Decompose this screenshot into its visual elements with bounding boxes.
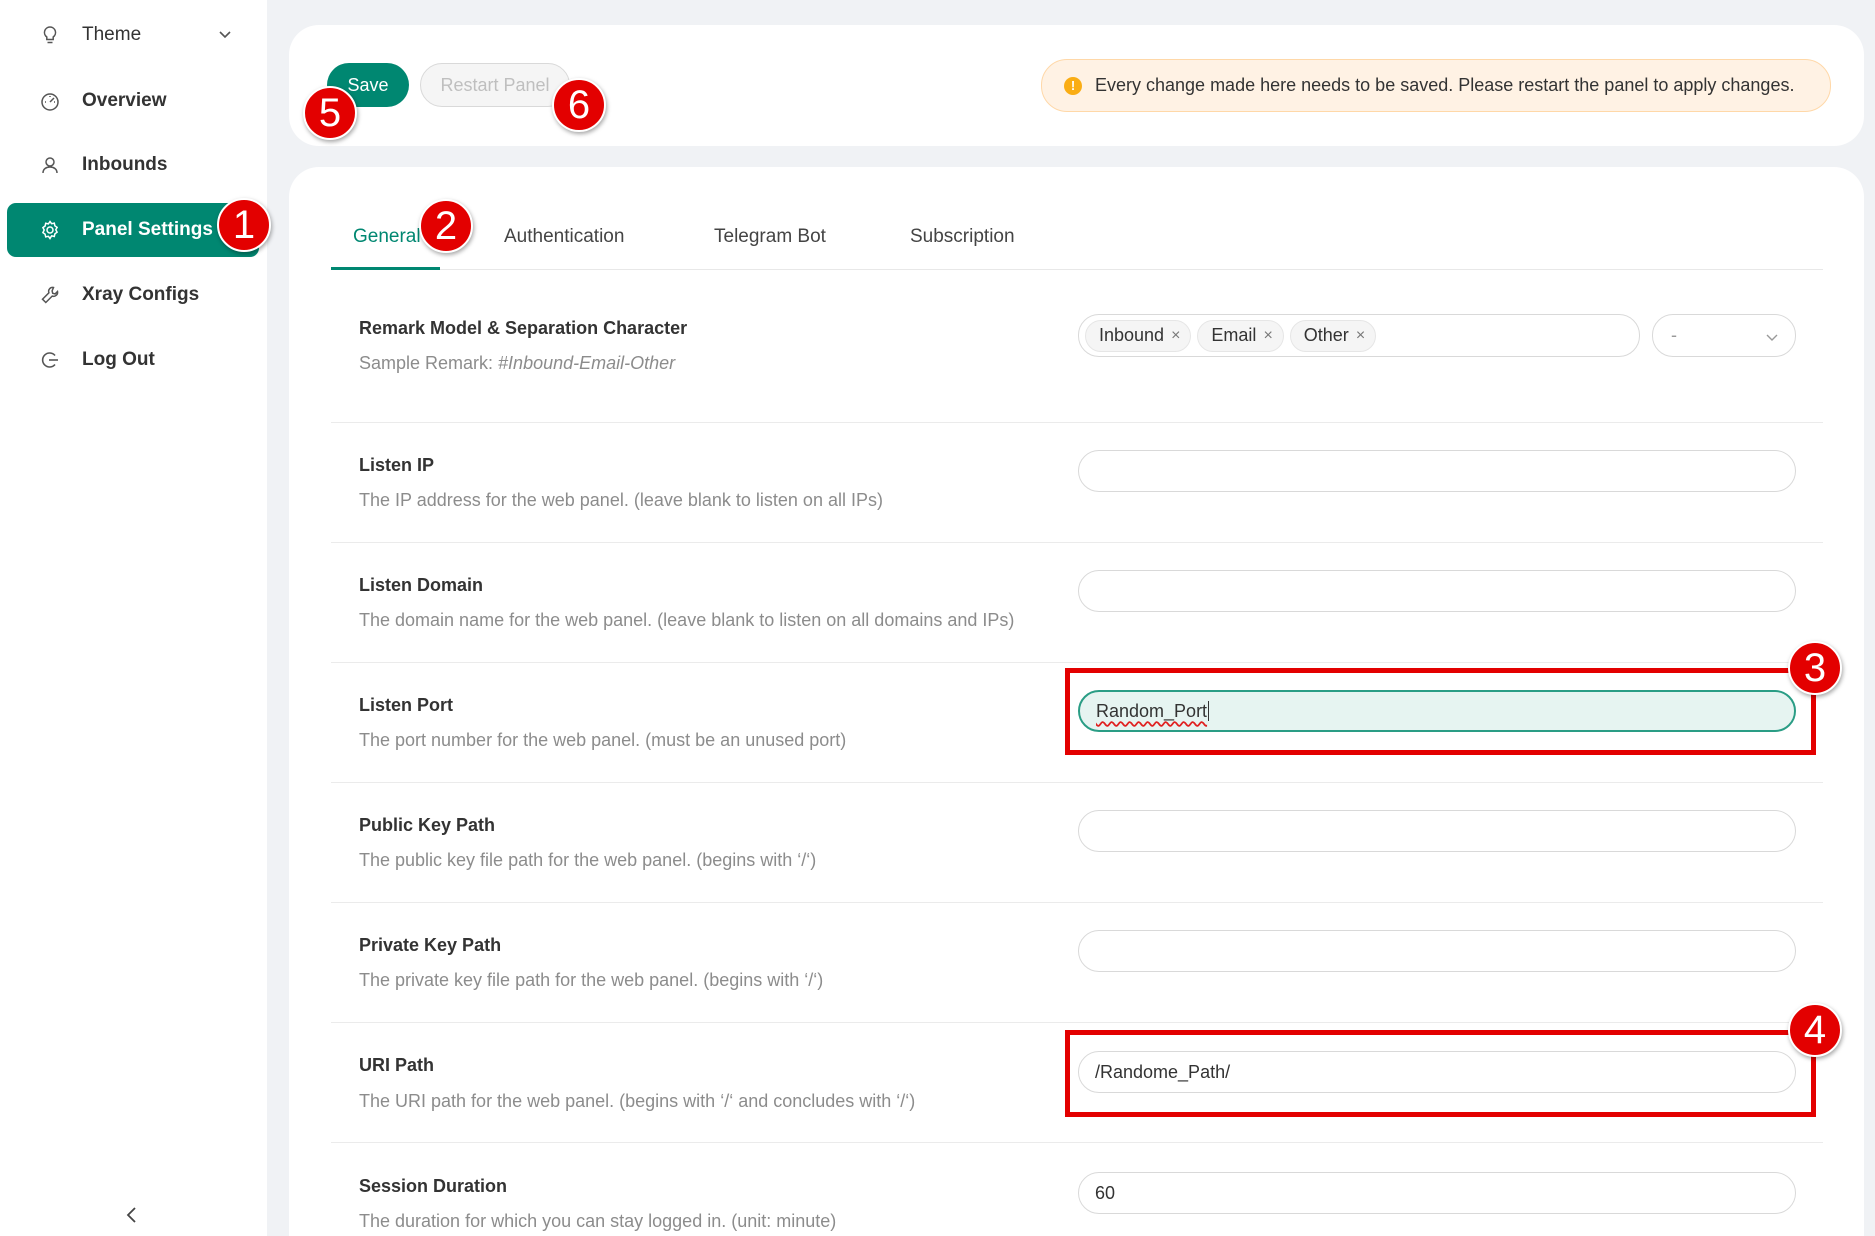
annotation-badge-6: 6 [552, 78, 606, 132]
listen-port-title: Listen Port [359, 695, 454, 715]
chevron-down-icon [1766, 334, 1778, 341]
tab-general[interactable]: General [353, 226, 421, 248]
divider [331, 422, 1823, 423]
divider [331, 542, 1823, 543]
remark-desc: Sample Remark: #Inbound-Email-Other [359, 353, 676, 373]
listen-port-desc: The port number for the web panel. (must… [359, 730, 847, 750]
tag-email: Email × [1197, 319, 1284, 352]
listen-domain-title: Listen Domain [359, 575, 484, 595]
chevron-down-icon[interactable] [217, 26, 233, 42]
sidebar-item-label: Inbounds [82, 154, 168, 175]
tab-telegram-bot[interactable]: Telegram Bot [714, 226, 826, 248]
close-icon[interactable]: × [1356, 327, 1365, 345]
restart-panel-button[interactable]: Restart Panel [420, 63, 570, 107]
uri-path-desc: The URI path for the web panel. (begins … [359, 1091, 916, 1111]
sidebar-item-label: Theme [82, 24, 142, 45]
private-key-desc: The private key file path for the web pa… [359, 970, 824, 990]
private-key-title: Private Key Path [359, 935, 502, 955]
uri-path-title: URI Path [359, 1055, 435, 1075]
annotation-badge-1: 1 [217, 198, 271, 252]
warning-icon: ! [1064, 76, 1082, 95]
sidebar-item-xray-configs[interactable]: Xray Configs [7, 268, 259, 322]
highlight-uri-path [1065, 1030, 1816, 1117]
dashboard-icon [39, 90, 61, 112]
tag-other: Other × [1289, 319, 1377, 352]
gear-icon [39, 219, 61, 241]
divider [331, 1022, 1823, 1023]
annotation-badge-4: 4 [1788, 1003, 1842, 1057]
tag-inbound: Inbound × [1085, 319, 1192, 352]
listen-ip-title: Listen IP [359, 455, 435, 475]
sidebar: Theme Overview Inbounds Panel Settings X… [0, 0, 267, 1236]
bulb-icon [39, 24, 61, 46]
close-icon[interactable]: × [1171, 327, 1180, 345]
save-restart-alert: ! Every change made here needs to be sav… [1041, 59, 1831, 112]
sidebar-item-log-out[interactable]: Log Out [7, 333, 259, 387]
annotation-badge-5: 5 [303, 86, 357, 140]
listen-domain-desc: The domain name for the web panel. (leav… [359, 610, 1015, 630]
remark-sample: #Inbound-Email-Other [498, 353, 676, 373]
sidebar-item-label: Overview [82, 90, 167, 111]
divider [331, 782, 1823, 783]
annotation-badge-2: 2 [419, 199, 473, 253]
tab-authentication[interactable]: Authentication [504, 226, 624, 248]
listen-ip-desc: The IP address for the web panel. (leave… [359, 490, 883, 510]
highlight-listen-port [1065, 668, 1816, 755]
listen-ip-input[interactable] [1078, 450, 1796, 492]
divider [331, 902, 1823, 903]
session-duration-desc: The duration for which you can stay logg… [359, 1211, 837, 1231]
remark-model-select[interactable]: Inbound × Email × Other × [1078, 314, 1640, 357]
alert-text: Every change made here needs to be saved… [1095, 75, 1795, 95]
public-key-input[interactable] [1078, 810, 1796, 852]
session-duration-title: Session Duration [359, 1176, 508, 1196]
public-key-title: Public Key Path [359, 815, 496, 835]
active-tab-indicator [331, 267, 440, 270]
divider [331, 662, 1823, 663]
collapse-sidebar-icon[interactable] [122, 1203, 142, 1227]
sidebar-item-theme[interactable]: Theme [7, 8, 259, 62]
sidebar-item-label: Panel Settings [82, 219, 213, 240]
separator-select[interactable]: - [1652, 314, 1796, 357]
sidebar-item-overview[interactable]: Overview [7, 74, 259, 128]
divider [331, 1142, 1823, 1143]
private-key-input[interactable] [1078, 930, 1796, 972]
listen-domain-input[interactable] [1078, 570, 1796, 612]
user-icon [39, 154, 61, 176]
separator-value: - [1671, 325, 1677, 345]
logout-icon [39, 349, 61, 371]
sidebar-item-label: Log Out [82, 349, 155, 370]
annotation-badge-3: 3 [1788, 641, 1842, 695]
sidebar-item-inbounds[interactable]: Inbounds [7, 138, 259, 192]
tab-subscription[interactable]: Subscription [910, 226, 1015, 248]
public-key-desc: The public key file path for the web pan… [359, 850, 817, 870]
close-icon[interactable]: × [1263, 327, 1272, 345]
tab-bar-divider [331, 269, 1823, 270]
sidebar-item-label: Xray Configs [82, 284, 200, 305]
session-duration-input[interactable]: 60 [1078, 1172, 1796, 1214]
tool-icon [39, 284, 61, 306]
remark-title: Remark Model & Separation Character [359, 318, 688, 338]
